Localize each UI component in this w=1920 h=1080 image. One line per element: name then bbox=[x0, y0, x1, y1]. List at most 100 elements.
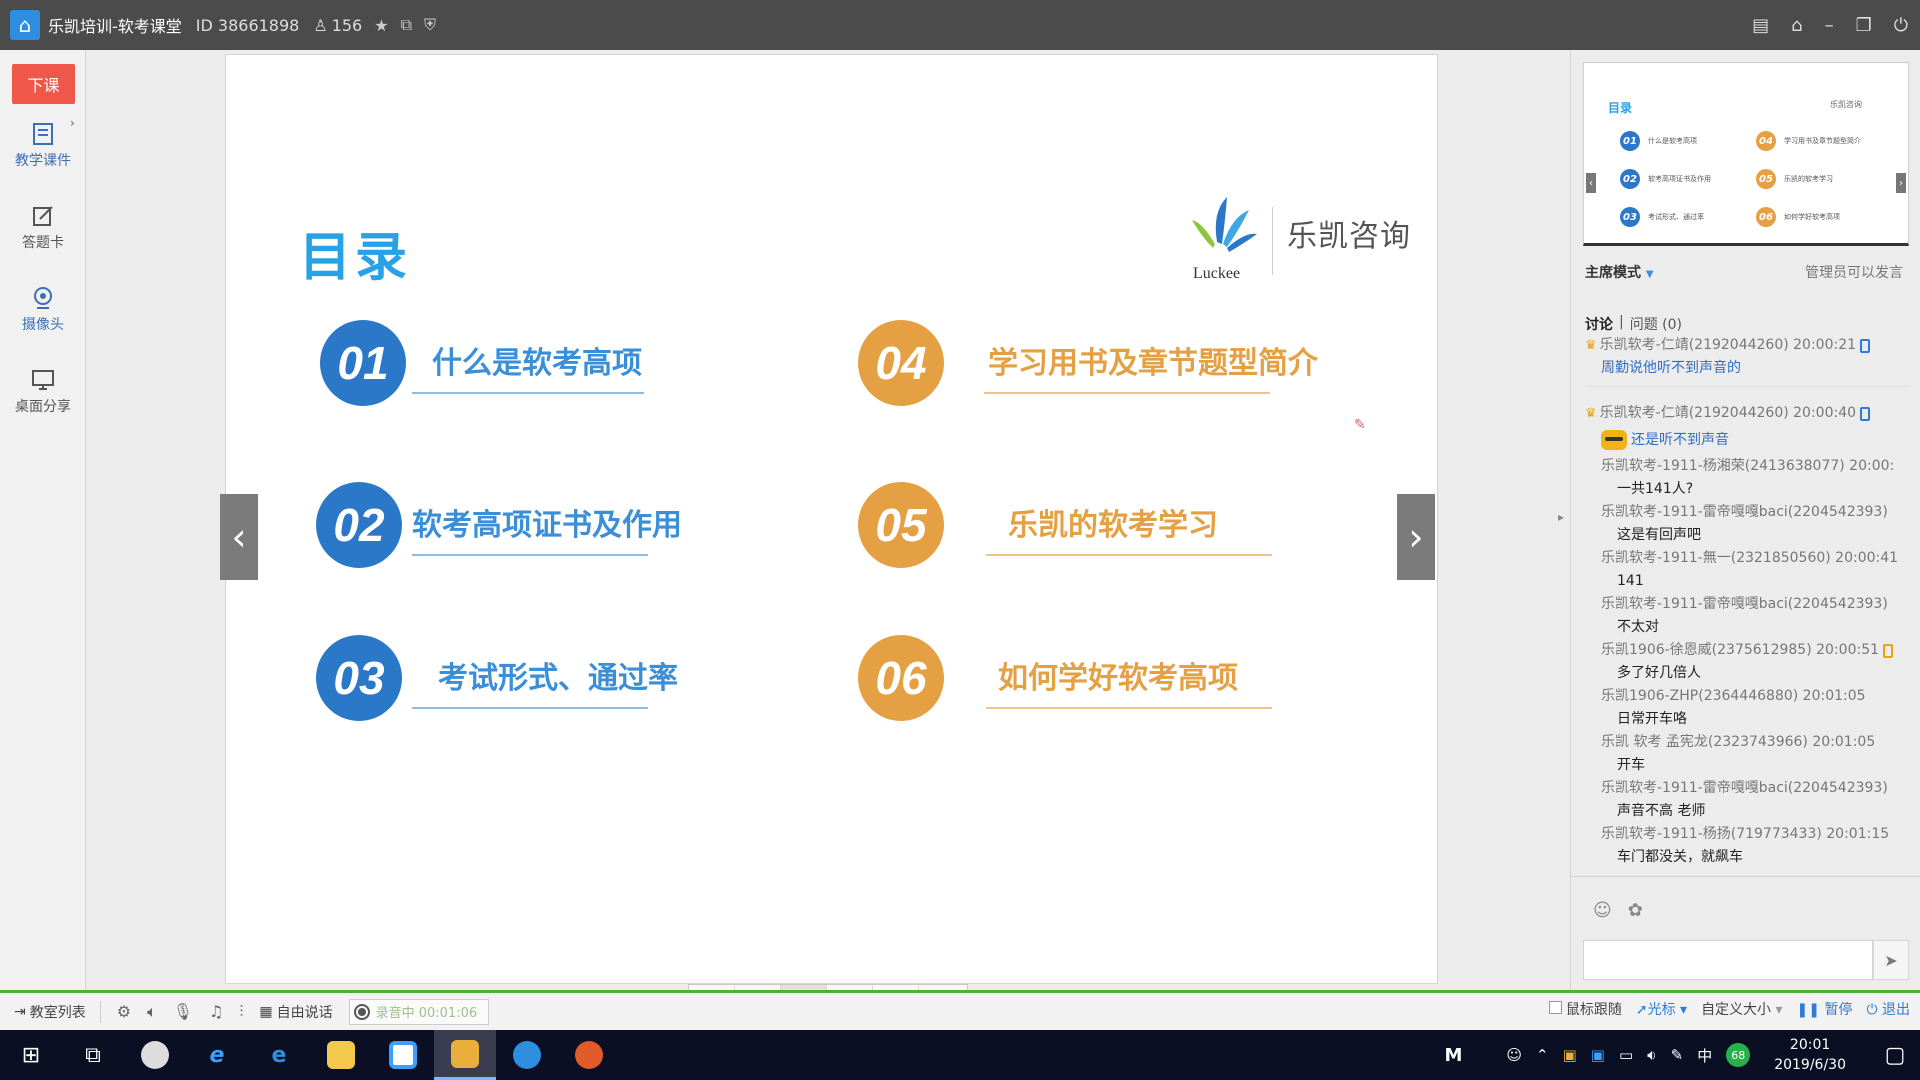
tab-questions[interactable]: 问题 (0) bbox=[1630, 314, 1682, 334]
toc-item-04: 04 学习用书及章节题型简介 bbox=[858, 320, 1338, 410]
sidebar-item-courseware[interactable]: 教学课件 bbox=[0, 122, 86, 170]
message-sender: 乐凯软考-1911-雷帝嘎嘎baci(2204542393) bbox=[1601, 596, 1888, 612]
send-button[interactable]: ➤ bbox=[1873, 940, 1909, 980]
custom-size-dropdown[interactable]: 自定义大小 ▾ bbox=[1701, 999, 1782, 1019]
classroom-app-icon[interactable] bbox=[434, 1030, 496, 1080]
message-sender: 乐凯软考-仁靖(2192044260) 20:00:40 bbox=[1599, 405, 1857, 421]
app-taskbar-1-icon[interactable] bbox=[124, 1030, 186, 1080]
chat-list[interactable]: ♛ 乐凯软考-仁靖(2192044260) 20:00:21 周勤说他听不到声音的… bbox=[1585, 334, 1911, 944]
chat-message: 乐凯软考-1911-雷帝嘎嘎baci(2204542393) 声音不高 老师 bbox=[1585, 777, 1911, 823]
cursor-dropdown[interactable]: ➚光标 ▾ bbox=[1636, 999, 1687, 1019]
thumbnail-item-label: 学习用书及章节题型简介 bbox=[1784, 137, 1861, 145]
pen-tray-icon[interactable]: ✎ bbox=[1671, 1046, 1684, 1064]
speaker-icon[interactable]: 🔈︎ bbox=[147, 1002, 157, 1022]
message-sender: 乐凯1906-徐恩威(2375612985) 20:00:51 bbox=[1601, 642, 1880, 658]
power-icon[interactable]: ⏻ bbox=[1894, 15, 1908, 36]
task-view-icon[interactable]: ⧉ bbox=[62, 1030, 124, 1080]
admin-crown-icon: ♛ bbox=[1585, 338, 1597, 353]
sidebar-item-camera[interactable]: 摄像头 bbox=[0, 286, 86, 334]
toc-number: 05 bbox=[858, 482, 944, 568]
message-body: 开车 bbox=[1617, 757, 1645, 773]
prev-slide-button[interactable]: ‹ bbox=[220, 494, 258, 580]
user-count: ♙ 156 bbox=[313, 16, 362, 35]
exit-label: 退出 bbox=[1882, 1002, 1910, 1018]
free-talk-button[interactable]: ▦ 自由说话 bbox=[259, 1002, 332, 1022]
volume-icon[interactable]: 🔉︎ bbox=[1647, 1046, 1656, 1064]
thumbnail-prev-icon[interactable]: ‹ bbox=[1586, 173, 1596, 193]
chat-tools: ☺ ✿ bbox=[1593, 900, 1643, 921]
m-app-icon[interactable]: M bbox=[1444, 1045, 1462, 1066]
edge-icon[interactable]: e bbox=[248, 1030, 310, 1080]
slide-thumbnail[interactable]: 目录 乐凯咨询 01 什么是软考高项 02 软考高项证书及作用 03 考试形式、通过率… bbox=[1583, 62, 1909, 246]
toc-number: 04 bbox=[858, 320, 944, 406]
windows-taskbar: ⊞ ⧉ e e M ☺ ⌃ ▣ ▣ ▭ 🔉︎ ✎ 中 68 20:01 2019… bbox=[0, 1030, 1920, 1080]
flower-icon[interactable]: ✿ bbox=[1628, 900, 1643, 921]
tab-discussion[interactable]: 讨论 bbox=[1585, 314, 1613, 334]
next-slide-button[interactable]: › bbox=[1397, 494, 1435, 580]
shield-icon[interactable]: ⛨ bbox=[424, 15, 436, 35]
ie-icon[interactable]: e bbox=[186, 1030, 248, 1080]
mixer-icon[interactable]: ⫶ bbox=[239, 1002, 243, 1022]
sidebar-item-answer-card[interactable]: 答题卡 bbox=[0, 204, 86, 252]
follow-mouse-checkbox[interactable]: 鼠标跟随 bbox=[1548, 999, 1622, 1019]
mode-select[interactable]: 主席模式 ▼ bbox=[1585, 262, 1654, 282]
star-icon[interactable]: ★ bbox=[374, 16, 388, 35]
start-icon[interactable]: ⊞ bbox=[0, 1030, 62, 1080]
message-sender: 乐凯软考-1911-杨扬(719773433) 20:01:15 bbox=[1601, 826, 1890, 842]
skin-icon[interactable]: ⌂ bbox=[1791, 15, 1802, 36]
ime-indicator[interactable]: 中 bbox=[1697, 1045, 1712, 1066]
home-icon[interactable]: ⌂ bbox=[10, 10, 40, 40]
tray-app-icon[interactable]: ▣ bbox=[1563, 1046, 1577, 1064]
recording-indicator[interactable]: 录音中 00:01:06 bbox=[348, 998, 489, 1025]
microphone-icon[interactable]: 🎙︎ bbox=[173, 1002, 193, 1021]
thumbnail-next-icon[interactable]: › bbox=[1896, 173, 1906, 193]
tray-expand-icon[interactable]: ⌃ bbox=[1536, 1046, 1549, 1064]
thumbnail-item-label: 软考高项证书及作用 bbox=[1648, 175, 1711, 183]
toc-item-01: 01 什么是软考高项 bbox=[320, 320, 650, 410]
recording-label: 录音中 00:01:06 bbox=[375, 1006, 478, 1021]
mode-label: 主席模式 bbox=[1585, 265, 1641, 281]
chat-message: 乐凯软考-1911-雷帝嘎嘎baci(2204542393) 不太对 bbox=[1585, 593, 1911, 639]
game-app-icon[interactable] bbox=[558, 1030, 620, 1080]
sidebar-item-label: 教学课件 bbox=[15, 153, 71, 169]
people-icon[interactable]: ☺ bbox=[1506, 1046, 1522, 1064]
exit-button[interactable]: ⏻ 退出 bbox=[1866, 999, 1910, 1019]
baidu-netdisk-icon[interactable] bbox=[372, 1030, 434, 1080]
classroom-list-button[interactable]: ⇥ 教室列表 bbox=[14, 1002, 86, 1022]
browser-app-icon[interactable] bbox=[496, 1030, 558, 1080]
restore-icon[interactable]: ❐ bbox=[1856, 15, 1872, 36]
security-badge[interactable]: 68 bbox=[1726, 1043, 1751, 1067]
chat-input[interactable] bbox=[1583, 940, 1873, 980]
file-explorer-icon[interactable] bbox=[310, 1030, 372, 1080]
cursor-label: 光标 bbox=[1647, 1002, 1676, 1018]
sidebar-item-label: 桌面分享 bbox=[15, 399, 71, 415]
sidebar-item-desktop-share[interactable]: 桌面分享 bbox=[0, 368, 86, 416]
copy-icon[interactable]: ⧉ bbox=[401, 15, 412, 35]
admin-crown-icon: ♛ bbox=[1585, 406, 1597, 421]
settings-icon[interactable]: ⚙ bbox=[117, 1002, 131, 1021]
tray-network-app-icon[interactable]: ▣ bbox=[1591, 1046, 1605, 1064]
pause-icon: ❚❚ bbox=[1796, 1002, 1821, 1018]
chat-message: 乐凯软考-1911-無一(2321850560) 20:00:41 141 bbox=[1585, 547, 1911, 593]
toc-item-03: 03 考试形式、通过率 bbox=[316, 635, 678, 725]
clock[interactable]: 20:01 2019/6/30 bbox=[1774, 1035, 1846, 1075]
thumbnail-item: 05 乐凯的软考学习 bbox=[1756, 169, 1833, 189]
sidebar-item-label: 答题卡 bbox=[22, 235, 64, 251]
thumbnail-item: 03 考试形式、通过率 bbox=[1620, 207, 1704, 227]
battery-icon[interactable]: ▭ bbox=[1619, 1046, 1633, 1064]
send-icon: ➤ bbox=[1884, 950, 1898, 970]
minimize-icon[interactable]: – bbox=[1825, 15, 1834, 36]
notification-icon[interactable]: ▢ bbox=[1870, 1030, 1920, 1080]
music-icon[interactable]: ♫ bbox=[209, 1002, 223, 1021]
classroom-app: ⌂ 乐凯培训-软考课堂 ID 38661898 ♙ 156 ★ ⧉ ⛨ ▤ ⌂ … bbox=[0, 0, 1920, 1030]
camera-icon bbox=[34, 287, 52, 309]
notes-icon[interactable]: ▤ bbox=[1752, 15, 1769, 36]
toc-underline bbox=[986, 707, 1272, 709]
chevron-down-icon: ▾ bbox=[1680, 1002, 1688, 1018]
pause-button[interactable]: ❚❚ 暂停 bbox=[1797, 999, 1853, 1019]
thumbnail-title: 目录 bbox=[1608, 101, 1633, 115]
emoji-icon[interactable]: ☺ bbox=[1593, 900, 1612, 921]
message-header: ♛ 乐凯软考-仁靖(2192044260) 20:00:21 bbox=[1585, 334, 1911, 357]
collapse-panel-icon[interactable]: ▸ bbox=[1558, 510, 1564, 524]
end-class-button[interactable]: 下课 bbox=[12, 64, 75, 104]
